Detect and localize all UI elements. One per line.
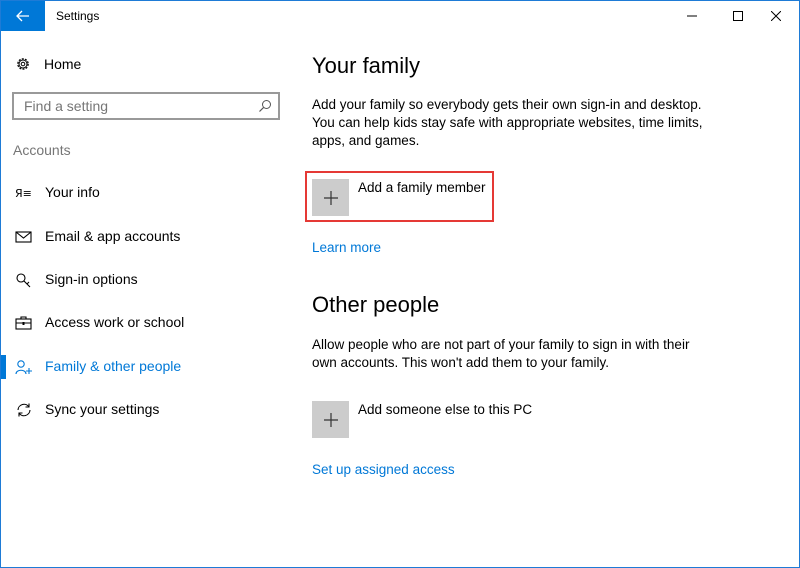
minimize-button[interactable] (669, 1, 715, 31)
home-label: Home (44, 56, 82, 72)
window-title: Settings (56, 9, 100, 23)
selection-indicator (1, 355, 6, 379)
plus-icon (323, 190, 338, 205)
briefcase-icon (15, 316, 32, 330)
sidebar-item-label: Access work or school (45, 314, 185, 330)
plus-tile (312, 179, 349, 216)
maximize-icon (733, 11, 743, 21)
contact-card-icon: Я≡ (15, 187, 32, 200)
sidebar-item-family[interactable]: Family & other people (1, 352, 291, 382)
sidebar-item-sync[interactable]: Sync your settings (1, 395, 291, 425)
search-placeholder: Find a setting (24, 98, 109, 114)
sidebar-item-access-work[interactable]: Access work or school (1, 308, 291, 338)
other-people-description: Allow people who are not part of your fa… (312, 337, 690, 370)
set-up-assigned-access-link[interactable]: Set up assigned access (312, 462, 455, 477)
other-people-heading: Other people (312, 292, 440, 317)
your-family-heading: Your family (312, 53, 421, 78)
add-someone-else-label: Add someone else to this PC (358, 402, 533, 417)
settings-window: Settings Home Find a setting Accounts Я≡ (0, 0, 800, 568)
close-button[interactable] (753, 1, 799, 31)
your-family-description: Add your family so everybody gets their … (312, 97, 703, 148)
sidebar-item-email-accounts[interactable]: Email & app accounts (1, 222, 291, 252)
gear-icon (17, 58, 29, 70)
sidebar-item-label: Sync your settings (45, 401, 160, 417)
svg-text:Я≡: Я≡ (15, 187, 32, 200)
close-icon (771, 11, 781, 21)
mail-icon (15, 231, 32, 243)
search-input[interactable]: Find a setting (12, 92, 280, 120)
section-label-accounts: Accounts (13, 142, 71, 158)
sidebar-item-label: Email & app accounts (45, 228, 181, 244)
sidebar-item-label: Family & other people (45, 358, 182, 374)
back-button[interactable] (1, 1, 45, 31)
add-person-icon (15, 360, 32, 375)
plus-tile (312, 401, 349, 438)
back-arrow-icon (16, 10, 29, 22)
title-bar: Settings (1, 1, 799, 31)
sync-icon (17, 403, 31, 417)
sidebar-item-your-info[interactable]: Я≡ Your info (1, 178, 291, 208)
sidebar-item-label: Sign-in options (45, 271, 138, 287)
add-someone-else-button[interactable]: Add someone else to this PC (312, 401, 532, 439)
minimize-icon (687, 15, 697, 17)
sidebar-item-label: Your info (45, 184, 100, 200)
learn-more-link[interactable]: Learn more (312, 240, 381, 255)
add-family-member-button[interactable]: Add a family member (312, 179, 486, 217)
sidebar-item-sign-in-options[interactable]: Sign-in options (1, 265, 291, 295)
key-icon (16, 273, 31, 288)
plus-icon (323, 412, 338, 427)
add-family-member-label: Add a family member (358, 180, 486, 195)
sidebar-item-home[interactable]: Home (15, 53, 81, 75)
search-icon (259, 100, 271, 112)
